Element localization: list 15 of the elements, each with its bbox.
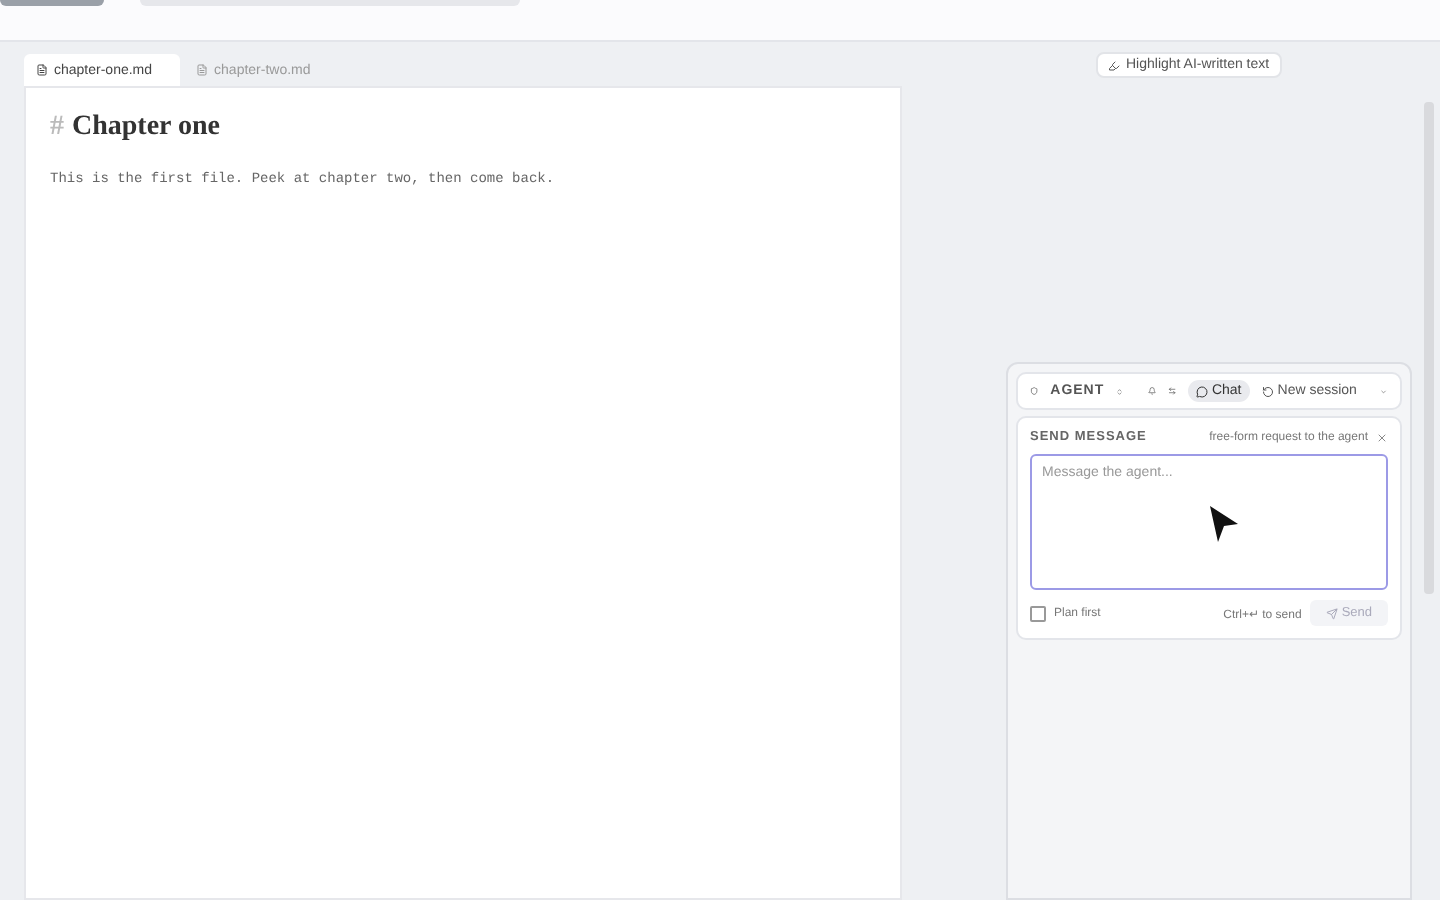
bell-icon[interactable] xyxy=(1147,384,1156,398)
file-icon xyxy=(196,64,209,76)
refresh-icon xyxy=(1261,385,1274,397)
chat-bubble-icon xyxy=(1195,385,1208,397)
highlighter-icon xyxy=(1108,59,1120,71)
heading-mark: # xyxy=(50,112,64,144)
document-heading: Chapter one xyxy=(72,112,221,144)
pointer-icon xyxy=(1208,504,1240,544)
file-icon xyxy=(36,64,48,76)
close-icon[interactable] xyxy=(1376,431,1388,443)
plan-checkbox[interactable] xyxy=(1030,605,1046,621)
shield-icon xyxy=(1030,384,1039,398)
updown-icon[interactable] xyxy=(1116,385,1124,397)
send-icon xyxy=(1325,607,1338,619)
swap-icon[interactable] xyxy=(1167,384,1176,398)
